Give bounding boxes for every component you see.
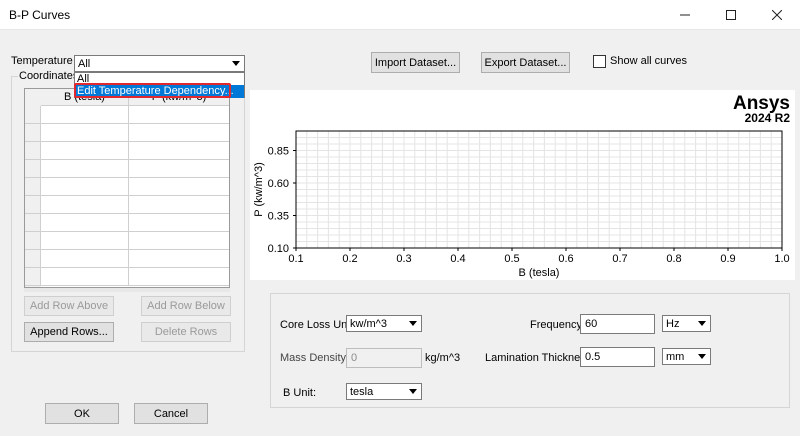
p-cell[interactable] — [129, 214, 229, 232]
close-icon — [772, 10, 782, 20]
y-tick-label: 0.85 — [268, 146, 289, 158]
temperature-select[interactable]: All — [74, 55, 245, 72]
y-tick-label: 0.10 — [268, 243, 289, 255]
coordinates-table[interactable]: B (tesla) P (kw/m^3) — [24, 88, 230, 288]
row-header[interactable] — [25, 268, 41, 286]
b-cell[interactable] — [41, 160, 129, 178]
b-cell[interactable] — [41, 178, 129, 196]
x-tick-label: 0.9 — [720, 253, 735, 265]
b-unit-select[interactable]: tesla — [346, 383, 422, 400]
delete-rows-button[interactable]: Delete Rows — [141, 322, 231, 342]
p-cell[interactable] — [129, 160, 229, 178]
temperature-value: All — [78, 58, 91, 70]
b-cell[interactable] — [41, 106, 129, 124]
x-tick-label: 0.5 — [504, 253, 519, 265]
lamination-thickness-label: Lamination Thickness — [485, 352, 592, 364]
x-tick-label: 1.0 — [774, 253, 789, 265]
p-cell[interactable] — [129, 268, 229, 286]
b-cell[interactable] — [41, 142, 129, 160]
minimize-button[interactable] — [662, 0, 708, 30]
p-cell[interactable] — [129, 124, 229, 142]
core-loss-unit-value: kw/m^3 — [350, 318, 387, 330]
frequency-label: Frequency: — [530, 319, 586, 331]
window-title: B-P Curves — [9, 8, 71, 22]
lamination-unit-select[interactable]: mm — [662, 348, 711, 365]
frequency-field[interactable] — [580, 314, 655, 334]
add-row-above-button[interactable]: Add Row Above — [24, 296, 114, 316]
x-tick-label: 0.3 — [396, 253, 411, 265]
b-cell[interactable] — [41, 214, 129, 232]
frequency-unit-select[interactable]: Hz — [662, 315, 711, 332]
row-header[interactable] — [25, 106, 41, 124]
row-header[interactable] — [25, 232, 41, 250]
x-tick-label: 0.2 — [342, 253, 357, 265]
y-tick-label: 0.35 — [268, 211, 289, 223]
close-button[interactable] — [754, 0, 800, 30]
bp-curve-chart: 0.1 0.2 0.3 0.4 0.5 0.6 0.7 0.8 0.9 1.0 0.85 0.60 0.… — [253, 93, 791, 279]
show-all-curves-label: Show all curves — [610, 55, 688, 67]
add-row-below-button[interactable]: Add Row Below — [141, 296, 231, 316]
b-cell[interactable] — [41, 232, 129, 250]
p-cell[interactable] — [129, 178, 229, 196]
maximize-button[interactable] — [708, 0, 754, 30]
frequency-unit-value: Hz — [666, 318, 680, 330]
p-cell[interactable] — [129, 232, 229, 250]
frequency-input[interactable] — [581, 315, 654, 333]
maximize-icon — [726, 10, 736, 20]
b-unit-label: B Unit: — [283, 387, 317, 399]
cancel-button[interactable]: Cancel — [134, 403, 208, 424]
lamination-thickness-input[interactable] — [581, 348, 654, 366]
row-header[interactable] — [25, 250, 41, 268]
append-rows-button[interactable]: Append Rows... — [24, 322, 114, 342]
p-cell[interactable] — [129, 250, 229, 268]
x-tick-label: 0.7 — [612, 253, 627, 265]
row-header[interactable] — [25, 124, 41, 142]
y-tick-label: 0.60 — [268, 178, 289, 190]
row-header[interactable] — [25, 142, 41, 160]
row-header[interactable] — [25, 178, 41, 196]
core-loss-unit-select[interactable]: kw/m^3 — [346, 315, 422, 332]
chevron-down-icon[interactable] — [694, 350, 709, 363]
b-cell[interactable] — [41, 268, 129, 286]
mass-density-field[interactable] — [346, 348, 422, 368]
coordinates-label: Coordinates — [18, 70, 80, 82]
chart-area: 0.1 0.2 0.3 0.4 0.5 0.6 0.7 0.8 0.9 1.0 0.85 0.60 0.… — [250, 90, 795, 280]
version-label: 2024 R2 — [745, 111, 791, 125]
p-cell[interactable] — [129, 106, 229, 124]
lamination-thickness-field[interactable] — [580, 347, 655, 367]
focus-highlight-box — [74, 83, 231, 98]
b-unit-value: tesla — [350, 386, 374, 398]
export-dataset-button[interactable]: Export Dataset... — [481, 52, 570, 73]
x-tick-label: 0.8 — [666, 253, 681, 265]
chevron-down-icon[interactable] — [405, 385, 420, 398]
b-cell[interactable] — [41, 124, 129, 142]
import-dataset-button[interactable]: Import Dataset... — [371, 52, 460, 73]
mass-density-input[interactable] — [347, 349, 421, 367]
x-tick-label: 0.6 — [558, 253, 573, 265]
b-cell[interactable] — [41, 196, 129, 214]
minimize-icon — [680, 14, 690, 16]
chevron-down-icon[interactable] — [694, 317, 709, 330]
temperature-label: Temperature — [11, 55, 73, 67]
y-axis-label: P (kw/m^3) — [253, 162, 265, 216]
show-all-curves-checkbox[interactable] — [593, 55, 606, 68]
row-header[interactable] — [25, 214, 41, 232]
ok-button[interactable]: OK — [45, 403, 119, 424]
chevron-down-icon[interactable] — [228, 57, 243, 70]
mass-density-label: Mass Density: — [280, 352, 350, 364]
p-cell[interactable] — [129, 196, 229, 214]
lamination-unit-value: mm — [666, 351, 685, 363]
p-cell[interactable] — [129, 142, 229, 160]
mass-density-unit: kg/m^3 — [425, 352, 461, 364]
row-header[interactable] — [25, 196, 41, 214]
grid-scrollbar[interactable] — [24, 288, 230, 292]
x-tick-label: 0.1 — [288, 253, 303, 265]
b-cell[interactable] — [41, 250, 129, 268]
chevron-down-icon[interactable] — [405, 317, 420, 330]
core-loss-unit-label: Core Loss Unit: — [280, 319, 356, 331]
x-tick-label: 0.4 — [450, 253, 465, 265]
row-header[interactable] — [25, 160, 41, 178]
x-axis-label: B (tesla) — [519, 267, 560, 279]
